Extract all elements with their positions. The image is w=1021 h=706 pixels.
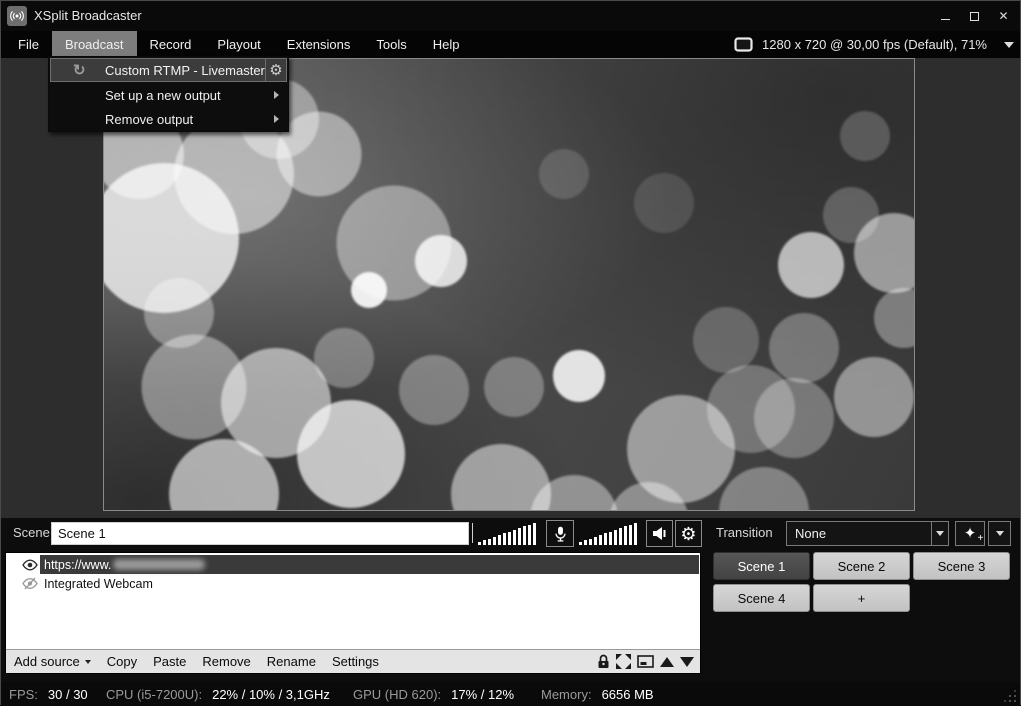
transition-label: Transition: [716, 518, 773, 548]
source-row-webcam[interactable]: Integrated Webcam: [6, 574, 700, 593]
settings-button[interactable]: Settings: [324, 654, 387, 669]
chevron-down-icon: [996, 531, 1004, 536]
cpu-stat: CPU (i5-7200U): 22% / 10% / 3,1GHz: [106, 682, 330, 706]
redacted-url-blur: [113, 559, 205, 570]
add-transition-button[interactable]: ✦+: [955, 521, 985, 546]
microphone-icon: [554, 525, 567, 543]
resolution-selector[interactable]: 1280 x 720 @ 30,00 fps (Default), 71%: [734, 31, 1014, 58]
remove-button[interactable]: Remove: [194, 654, 258, 669]
broadcast-dropdown-menu: ↻ Custom RTMP - Livemaster ⚙ Set up a ne…: [48, 56, 289, 132]
scene-3-button[interactable]: Scene 3: [913, 552, 1010, 580]
rename-button[interactable]: Rename: [259, 654, 324, 669]
maximize-button[interactable]: [960, 1, 989, 31]
scene-2-button[interactable]: Scene 2: [813, 552, 910, 580]
output-settings-button[interactable]: ⚙: [265, 59, 286, 81]
fps-stat: FPS: 30 / 30: [9, 682, 88, 706]
minimize-button[interactable]: [931, 1, 960, 31]
microphone-button[interactable]: [546, 520, 574, 547]
add-scene-button[interactable]: +: [813, 584, 910, 612]
speaker-level-meter: [579, 522, 643, 545]
scene-bar: Scene ⚙ Transition None: [1, 518, 1020, 548]
divider: [472, 523, 473, 543]
maximize-icon: [970, 12, 979, 21]
menu-bar: File Broadcast Record Playout Extensions…: [1, 31, 1020, 58]
menu-broadcast[interactable]: Broadcast: [52, 31, 137, 58]
copy-button[interactable]: Copy: [99, 654, 145, 669]
submenu-arrow-icon: [274, 115, 279, 123]
gpu-stat: GPU (HD 620): 17% / 12%: [353, 682, 514, 706]
hidden-eye-icon[interactable]: [20, 577, 40, 590]
window-title: XSplit Broadcaster: [34, 1, 142, 31]
scene-4-button[interactable]: Scene 4: [713, 584, 810, 612]
menu-file[interactable]: File: [5, 31, 52, 58]
chevron-down-icon: [936, 531, 944, 536]
title-bar: XSplit Broadcaster ✕: [1, 1, 1020, 31]
xsplit-window: XSplit Broadcaster ✕ File Broadcast Reco…: [0, 0, 1021, 705]
arrow-up-icon: [660, 657, 674, 667]
paste-button[interactable]: Paste: [145, 654, 194, 669]
menu-tools[interactable]: Tools: [363, 31, 419, 58]
chevron-down-icon[interactable]: [1004, 42, 1014, 48]
gear-icon: ⚙: [269, 63, 282, 78]
status-bar: FPS: 30 / 30 CPU (i5-7200U): 22% / 10% /…: [1, 682, 1020, 706]
transition-selected: None: [787, 522, 931, 545]
picture-in-picture-icon: [637, 655, 654, 668]
scene-label: Scene: [13, 518, 50, 548]
mic-level-meter: [478, 522, 542, 545]
speaker-button[interactable]: [646, 520, 673, 547]
arrow-down-icon: [680, 657, 694, 667]
fit-to-screen-button[interactable]: [616, 654, 631, 669]
display-icon: [734, 37, 753, 52]
add-source-button[interactable]: Add source: [6, 654, 99, 669]
source-panel: https://www. Integrated Webcam Add sourc…: [5, 552, 701, 674]
menu-record[interactable]: Record: [137, 31, 205, 58]
minimize-icon: [941, 19, 950, 20]
menu-help[interactable]: Help: [420, 31, 473, 58]
layout-mode-button[interactable]: [637, 655, 654, 668]
resize-grip[interactable]: [1014, 700, 1016, 702]
visible-eye-icon[interactable]: [20, 559, 40, 571]
resolution-status: 1280 x 720 @ 30,00 fps (Default), 71%: [762, 37, 987, 52]
source-row-url[interactable]: https://www.: [6, 555, 700, 574]
close-button[interactable]: ✕: [989, 1, 1018, 31]
lock-position-button[interactable]: [597, 654, 610, 669]
menu-item-setup-output[interactable]: Set up a new output: [49, 83, 288, 107]
transition-dropdown[interactable]: None: [786, 521, 949, 546]
source-toolbar: Add source Copy Paste Remove Rename Sett…: [6, 649, 700, 673]
submenu-arrow-icon: [274, 91, 279, 99]
menu-item-remove-output[interactable]: Remove output: [49, 107, 288, 131]
menu-item-custom-rtmp[interactable]: ↻ Custom RTMP - Livemaster ⚙: [50, 58, 287, 82]
source-selected-row[interactable]: https://www.: [40, 555, 699, 574]
app-logo-icon: [7, 6, 27, 26]
move-source-down-button[interactable]: [680, 657, 694, 667]
memory-stat: Memory: 6656 MB: [541, 682, 654, 706]
menu-playout[interactable]: Playout: [204, 31, 273, 58]
sparkle-plus-icon: ✦+: [964, 526, 977, 541]
transition-options-button[interactable]: [988, 521, 1011, 546]
move-source-up-button[interactable]: [660, 657, 674, 667]
transition-dropdown-arrow[interactable]: [931, 522, 948, 545]
expand-arrows-icon: [616, 654, 631, 669]
close-icon: ✕: [998, 9, 1008, 23]
chevron-down-icon: [85, 660, 91, 664]
audio-settings-button[interactable]: ⚙: [675, 520, 702, 547]
menu-extensions[interactable]: Extensions: [274, 31, 364, 58]
source-list: https://www. Integrated Webcam: [6, 553, 700, 649]
speaker-icon: [651, 525, 668, 542]
lock-icon: [597, 654, 610, 669]
scene-name-input[interactable]: [51, 522, 469, 545]
livemaster-icon: ↻: [73, 61, 86, 79]
scene-1-button[interactable]: Scene 1: [713, 552, 810, 580]
gear-icon: ⚙: [680, 525, 696, 543]
